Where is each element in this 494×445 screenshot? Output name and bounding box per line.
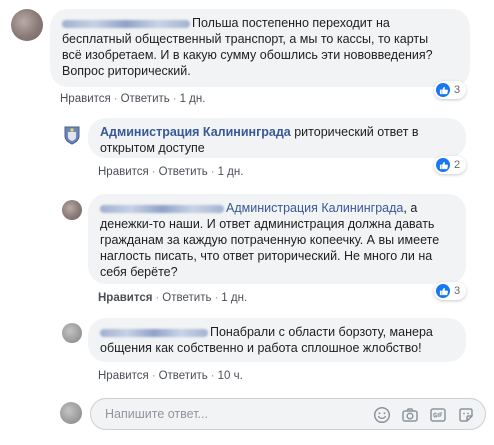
- like-icon: [436, 158, 450, 172]
- comment-text: открытом доступе: [100, 141, 205, 155]
- emoji-icon[interactable]: [373, 406, 391, 424]
- like-link[interactable]: Нравится: [60, 93, 111, 105]
- comment-text: себя берёте?: [100, 265, 178, 279]
- comment-text: бесплатный общественный транспорт, а мы …: [62, 32, 429, 46]
- gif-icon[interactable]: [429, 406, 447, 424]
- redacted-author-name[interactable]: [100, 204, 224, 213]
- comment-text: наглость писать, что ответ риторический.…: [100, 249, 433, 263]
- comment-actions: Нравится · Ответить · 1 дн.: [98, 166, 243, 178]
- redacted-author-name[interactable]: [62, 19, 190, 28]
- comment-text: Понабрали с области борзоту, манера: [210, 325, 433, 339]
- timestamp[interactable]: 1 дн.: [218, 166, 244, 178]
- reaction-number: 2: [454, 159, 461, 171]
- reply-link[interactable]: Ответить: [159, 166, 208, 178]
- comment-text: денежки-то наши. И ответ администрация д…: [100, 217, 435, 231]
- current-user-avatar[interactable]: [60, 402, 82, 424]
- redacted-author-name[interactable]: [100, 328, 208, 337]
- comment-text: всё изобретаем. И в какую сумму обошлись…: [62, 48, 433, 62]
- comment-bubble: Понабрали с области борзоту, манера обще…: [88, 318, 466, 362]
- comment-actions: Нравится · Ответить · 1 дн.: [98, 292, 247, 304]
- reaction-count[interactable]: 2: [434, 156, 467, 174]
- separator: ·: [210, 166, 215, 178]
- author-name[interactable]: Администрация Калининграда: [100, 125, 291, 139]
- mention-link[interactable]: Администрация Калининграда: [226, 201, 403, 215]
- reaction-count[interactable]: 3: [434, 81, 467, 99]
- timestamp[interactable]: 1 дн.: [221, 292, 247, 304]
- reaction-number: 3: [454, 285, 461, 297]
- separator: ·: [155, 292, 160, 304]
- avatar[interactable]: [62, 323, 82, 343]
- camera-icon[interactable]: [401, 406, 419, 424]
- comment-actions: Нравится · Ответить · 1 дн.: [60, 93, 205, 105]
- separator: ·: [172, 93, 177, 105]
- separator: ·: [210, 370, 215, 382]
- comment-text: , а: [403, 201, 418, 215]
- timestamp[interactable]: 10 ч.: [218, 370, 243, 382]
- avatar[interactable]: [11, 9, 43, 41]
- reaction-number: 3: [454, 84, 461, 96]
- comment-text: риторический ответ в: [294, 125, 419, 139]
- comment-actions: Нравится · Ответить · 10 ч.: [98, 370, 243, 382]
- reply-link[interactable]: Ответить: [162, 292, 211, 304]
- like-link[interactable]: Нравится: [98, 370, 149, 382]
- avatar[interactable]: [62, 200, 82, 220]
- separator: ·: [113, 93, 118, 105]
- sticker-icon[interactable]: [457, 406, 475, 424]
- like-link[interactable]: Нравится: [98, 166, 149, 178]
- reply-placeholder: Напишите ответ...: [105, 407, 208, 421]
- comment-text: Польша постепенно переходит на: [192, 16, 390, 30]
- comment-bubble: Администрация Калининграда риторический …: [88, 118, 466, 158]
- timestamp[interactable]: 1 дн.: [180, 93, 206, 105]
- reaction-count[interactable]: 3: [434, 282, 467, 300]
- like-icon: [436, 284, 450, 298]
- reply-link[interactable]: Ответить: [121, 93, 170, 105]
- separator: ·: [151, 166, 156, 178]
- comment-text: общения как собственно и работа сплошное…: [100, 341, 422, 355]
- like-icon: [436, 83, 450, 97]
- like-link[interactable]: Нравится: [98, 292, 152, 304]
- reply-input[interactable]: Напишите ответ...: [90, 398, 486, 430]
- comment-bubble: Польша постепенно переходит на бесплатны…: [50, 9, 470, 87]
- separator: ·: [151, 370, 156, 382]
- comment-bubble: Администрация Калининграда, а денежки-то…: [88, 194, 466, 284]
- comment-text: гражданам за каждую потраченную копеечку…: [100, 233, 440, 247]
- comment-text: Вопрос риторический.: [62, 64, 191, 78]
- admin-logo[interactable]: [63, 125, 81, 145]
- reply-link[interactable]: Ответить: [159, 370, 208, 382]
- separator: ·: [214, 292, 219, 304]
